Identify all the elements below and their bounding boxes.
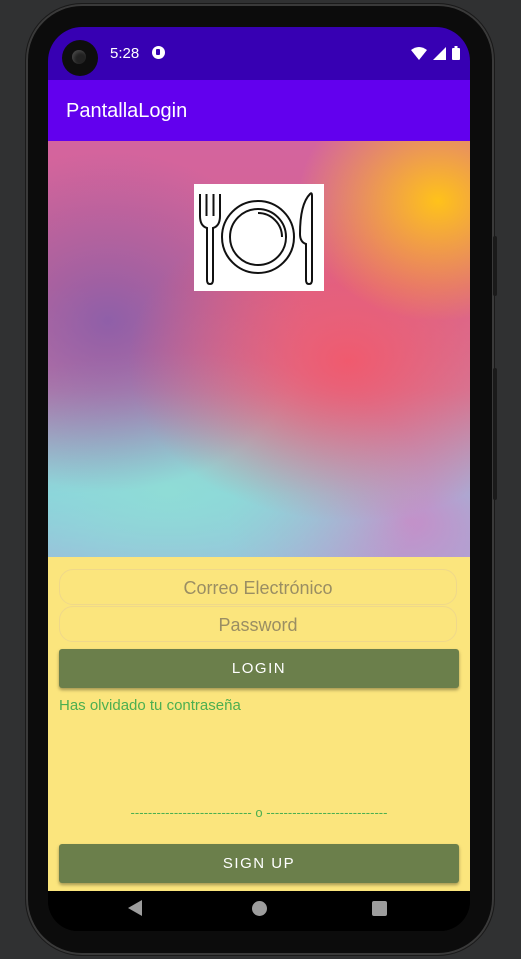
login-button[interactable]: LOGIN [59, 649, 459, 688]
volume-button [493, 236, 497, 296]
wifi-icon [411, 47, 427, 60]
app-title: PantallaLogin [66, 100, 188, 122]
fork-plate-knife-icon [199, 192, 313, 286]
app-bar: PantallaLogin [48, 80, 470, 141]
phone-screen: 5:28 PantallaLogin Correo Electrónico Pa… [48, 27, 470, 931]
battery-icon [452, 46, 460, 60]
nav-back-icon[interactable] [128, 900, 142, 916]
signup-button[interactable]: SIGN UP [59, 844, 459, 883]
or-divider: ---------------------------- o ---------… [130, 805, 388, 820]
status-bar: 5:28 [48, 27, 470, 80]
navigation-bar [48, 891, 470, 931]
system-icons [411, 46, 460, 60]
password-field[interactable]: Password [59, 606, 457, 642]
signal-icon [433, 47, 446, 60]
notification-icon [152, 46, 165, 59]
nav-recents-icon[interactable] [372, 901, 387, 916]
nav-home-icon[interactable] [252, 901, 267, 916]
status-time: 5:28 [110, 45, 140, 62]
forgot-password-link[interactable]: Has olvidado tu contraseña [59, 697, 241, 714]
front-camera [62, 40, 98, 76]
logo [194, 184, 324, 291]
hero-background [48, 141, 470, 557]
power-button [493, 368, 497, 500]
email-field[interactable]: Correo Electrónico [59, 569, 457, 605]
login-form: Correo Electrónico Password LOGIN Has ol… [48, 557, 470, 891]
